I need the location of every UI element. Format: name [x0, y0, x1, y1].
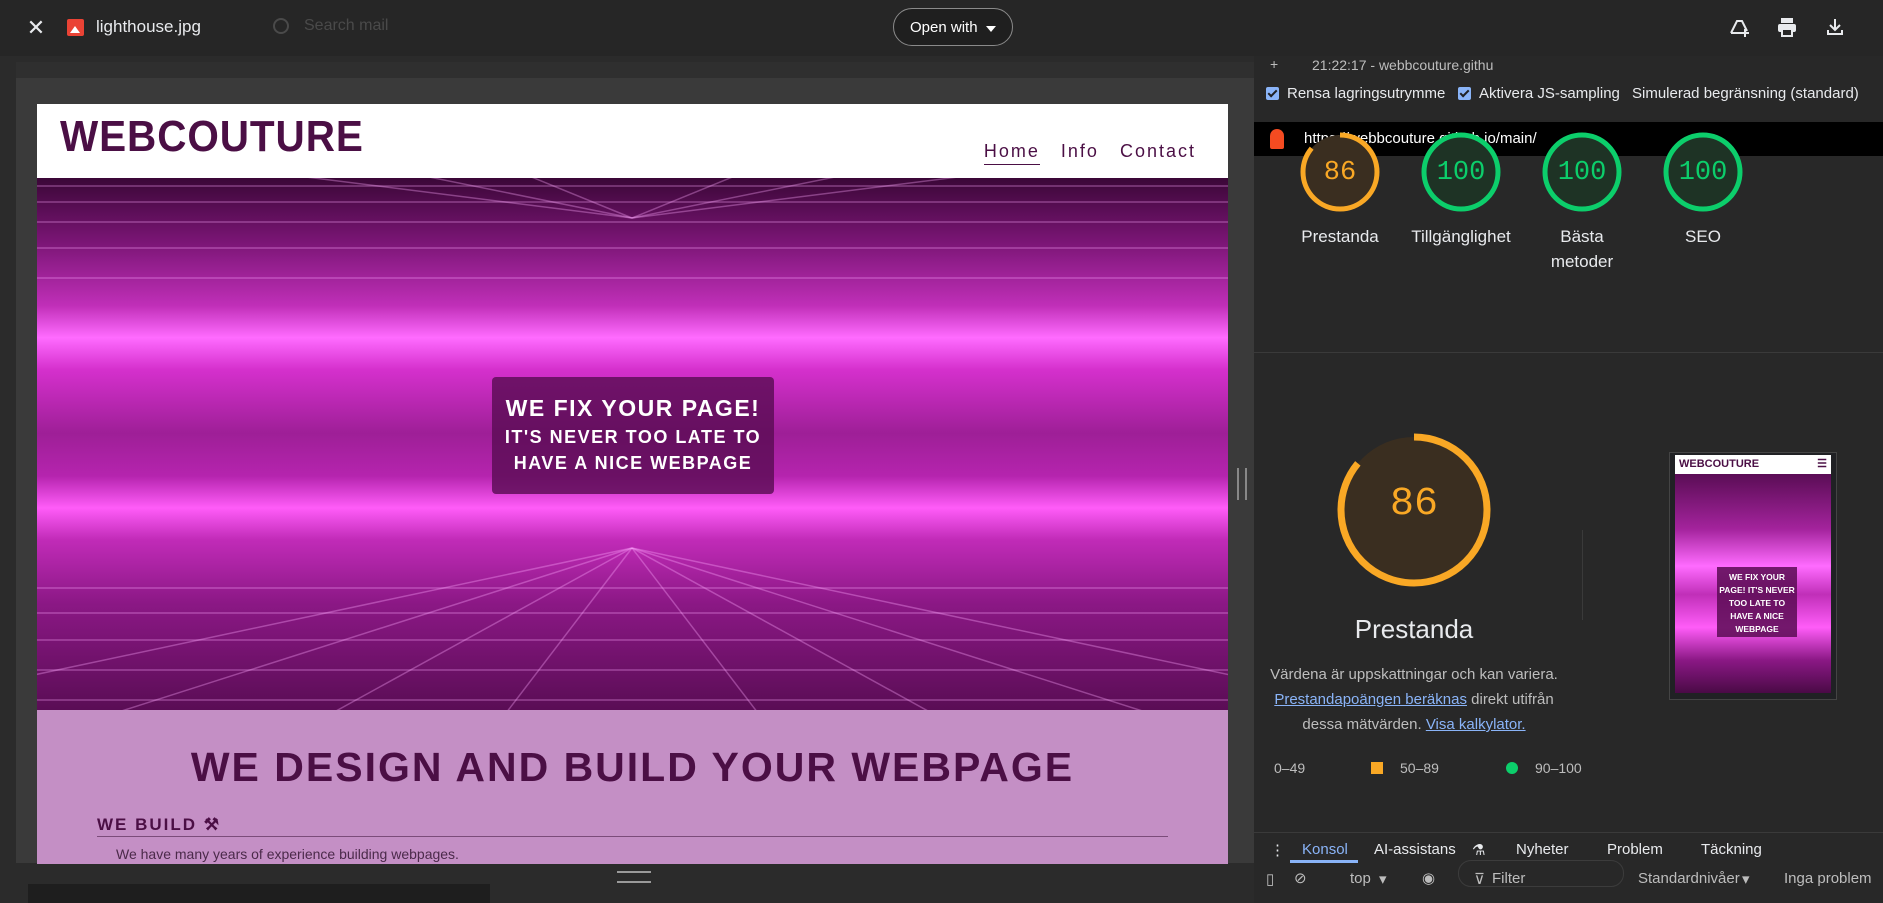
divider [1582, 530, 1583, 620]
report-tab[interactable]: + 21:22:17 - webbcouture.githu [1254, 56, 1883, 77]
score-gauge-seo[interactable]: 100 SEO [1643, 130, 1763, 249]
hero-banner: WE FIX YOUR PAGE! IT'S NEVER TOO LATE TO… [37, 178, 1228, 710]
close-icon[interactable]: ✕ [22, 14, 50, 42]
open-with-button[interactable]: Open with [893, 8, 1013, 46]
add-to-drive-icon[interactable] [1727, 15, 1751, 39]
section-title: WE DESIGN AND BUILD YOUR WEBPAGE [190, 744, 1075, 790]
add-report-icon[interactable]: + [1270, 56, 1278, 72]
checkbox-checked-icon[interactable] [1458, 87, 1471, 100]
site-header: WEBCOUTURE Home Info Contact [37, 104, 1228, 178]
score-gauge-performance[interactable]: 86 Prestanda [1280, 130, 1400, 249]
view-calculator-link[interactable]: Visa kalkylator. [1426, 716, 1526, 733]
performance-big-label: Prestanda [1354, 614, 1474, 644]
score-calc-link[interactable]: Prestandapoängen beräknas [1274, 691, 1467, 708]
context-select[interactable]: top [1350, 870, 1371, 887]
flask-icon: ⚗ [1472, 842, 1486, 859]
tab-news[interactable]: Nyheter [1516, 841, 1569, 858]
lighthouse-options: Rensa lagringsutrymme Aktivera JS-sampli… [1254, 76, 1883, 110]
thumbnail-screen: WEBCOUTURE ☰ WE FIX YOUR PAGE! IT'S NEVE… [1675, 455, 1831, 693]
hero-title: WE FIX YOUR PAGE! [505, 395, 761, 421]
checkbox-checked-icon[interactable] [1266, 87, 1279, 100]
chevron-down-icon: ▾ [1379, 871, 1387, 888]
website-preview: WEBCOUTURE Home Info Contact WE FIX YOUR… [37, 104, 1228, 864]
legend-fail: 0–49 [1274, 760, 1306, 776]
thumbnail-logo: WEBCOUTURE [1679, 458, 1760, 470]
hamburger-menu-icon: ☰ [1817, 458, 1827, 470]
log-levels-select[interactable]: Standardnivåer [1638, 870, 1740, 887]
tab-ai-assistance[interactable]: AI-assistans [1374, 841, 1456, 858]
print-icon[interactable] [1775, 15, 1799, 39]
thumbnail-hero: WE FIX YOUR PAGE! IT'S NEVER TOO LATE TO… [1675, 474, 1831, 693]
pass-circle-icon [1506, 762, 1518, 774]
nav-info[interactable]: Info [1061, 141, 1099, 161]
score-gauge-accessibility[interactable]: 100 Tillgänglighet [1401, 130, 1521, 249]
about-section: WE DESIGN AND BUILD YOUR WEBPAGE WE BUIL… [37, 710, 1228, 864]
hero-subtitle-line1: IT'S NEVER TOO LATE TO [504, 427, 762, 447]
performance-big-score: 86 [1389, 482, 1438, 527]
report-select[interactable]: 21:22:17 - webbcouture.githu [1312, 57, 1493, 73]
score-label-accessibility: Tillgänglighet [1411, 227, 1511, 246]
clear-storage-label: Rensa lagringsutrymme [1287, 85, 1446, 102]
file-name: lighthouse.jpg [96, 17, 201, 36]
clear-storage-option[interactable]: Rensa lagringsutrymme [1266, 85, 1445, 102]
thumbnail-header: WEBCOUTURE ☰ [1675, 455, 1831, 474]
clear-console-icon[interactable]: ⊘ [1294, 869, 1307, 887]
ruler [16, 62, 1254, 79]
nav-home[interactable]: Home [983, 141, 1040, 165]
thumbnail-card: WE FIX YOUR PAGE! IT'S NEVER TOO LATE TO… [1717, 567, 1797, 637]
issues-count[interactable]: Inga problem [1784, 870, 1872, 887]
score-label-best-practices: Bästa metoder [1550, 227, 1614, 271]
bottom-strip [28, 884, 490, 903]
throttling-label[interactable]: Simulerad begränsning (standard) [1632, 85, 1859, 102]
search-icon [273, 18, 289, 34]
hero-card: WE FIX YOUR PAGE! IT'S NEVER TOO LATE TO… [492, 377, 774, 494]
download-icon[interactable] [1823, 15, 1847, 39]
ghost-search-placeholder: Search mail [304, 17, 389, 34]
js-sampling-option[interactable]: Aktivera JS-sampling [1458, 85, 1620, 102]
site-logo[interactable]: WEBCOUTURE [60, 112, 364, 162]
eye-icon[interactable]: ◉ [1422, 869, 1435, 887]
average-square-icon [1371, 762, 1383, 774]
chevron-down-icon: ▾ [1742, 871, 1750, 888]
js-sampling-label: Aktivera JS-sampling [1479, 85, 1620, 102]
score-description: Värdena är uppskattningar och kan varier… [1254, 662, 1574, 737]
score-gauge-best-practices[interactable]: 100 Bästa metoder [1522, 130, 1642, 274]
score-value-performance: 86 [1323, 158, 1357, 188]
score-value-seo: 100 [1678, 158, 1728, 188]
build-heading: WE BUILD ⚒ [97, 815, 222, 834]
legend-pass: 90–100 [1535, 760, 1582, 776]
legend-average: 50–89 [1400, 760, 1439, 776]
tab-issues[interactable]: Problem [1607, 841, 1663, 858]
image-file-icon [67, 19, 84, 36]
score-value-best-practices: 100 [1557, 158, 1607, 188]
tab-console[interactable]: Konsol [1302, 841, 1348, 858]
drawer-menu-icon[interactable]: ⋮ [1270, 841, 1285, 859]
active-tab-indicator [1290, 860, 1358, 863]
split-resize-handle[interactable] [1237, 468, 1247, 500]
tab-coverage[interactable]: Täckning [1701, 841, 1762, 858]
desc-text-1: Värdena är uppskattningar och kan varier… [1270, 666, 1558, 683]
open-with-label: Open with [910, 19, 978, 36]
resize-handle[interactable] [617, 871, 651, 883]
nav-contact[interactable]: Contact [1120, 141, 1196, 161]
build-text: We have many years of experience buildin… [116, 846, 459, 862]
score-label-seo: SEO [1685, 227, 1721, 246]
filter-box[interactable] [1458, 860, 1624, 887]
score-label-performance: Prestanda [1301, 227, 1379, 246]
divider [1254, 352, 1883, 353]
sidebar-toggle-icon[interactable]: ▯ [1266, 870, 1274, 888]
divider [97, 836, 1168, 837]
site-nav: Home Info Contact [970, 141, 1196, 165]
fail-triangle-icon [1254, 760, 1266, 772]
chevron-down-icon [986, 26, 996, 32]
score-value-accessibility: 100 [1436, 158, 1486, 188]
hero-subtitle-line2: HAVE A NICE WEBPAGE [513, 453, 753, 473]
